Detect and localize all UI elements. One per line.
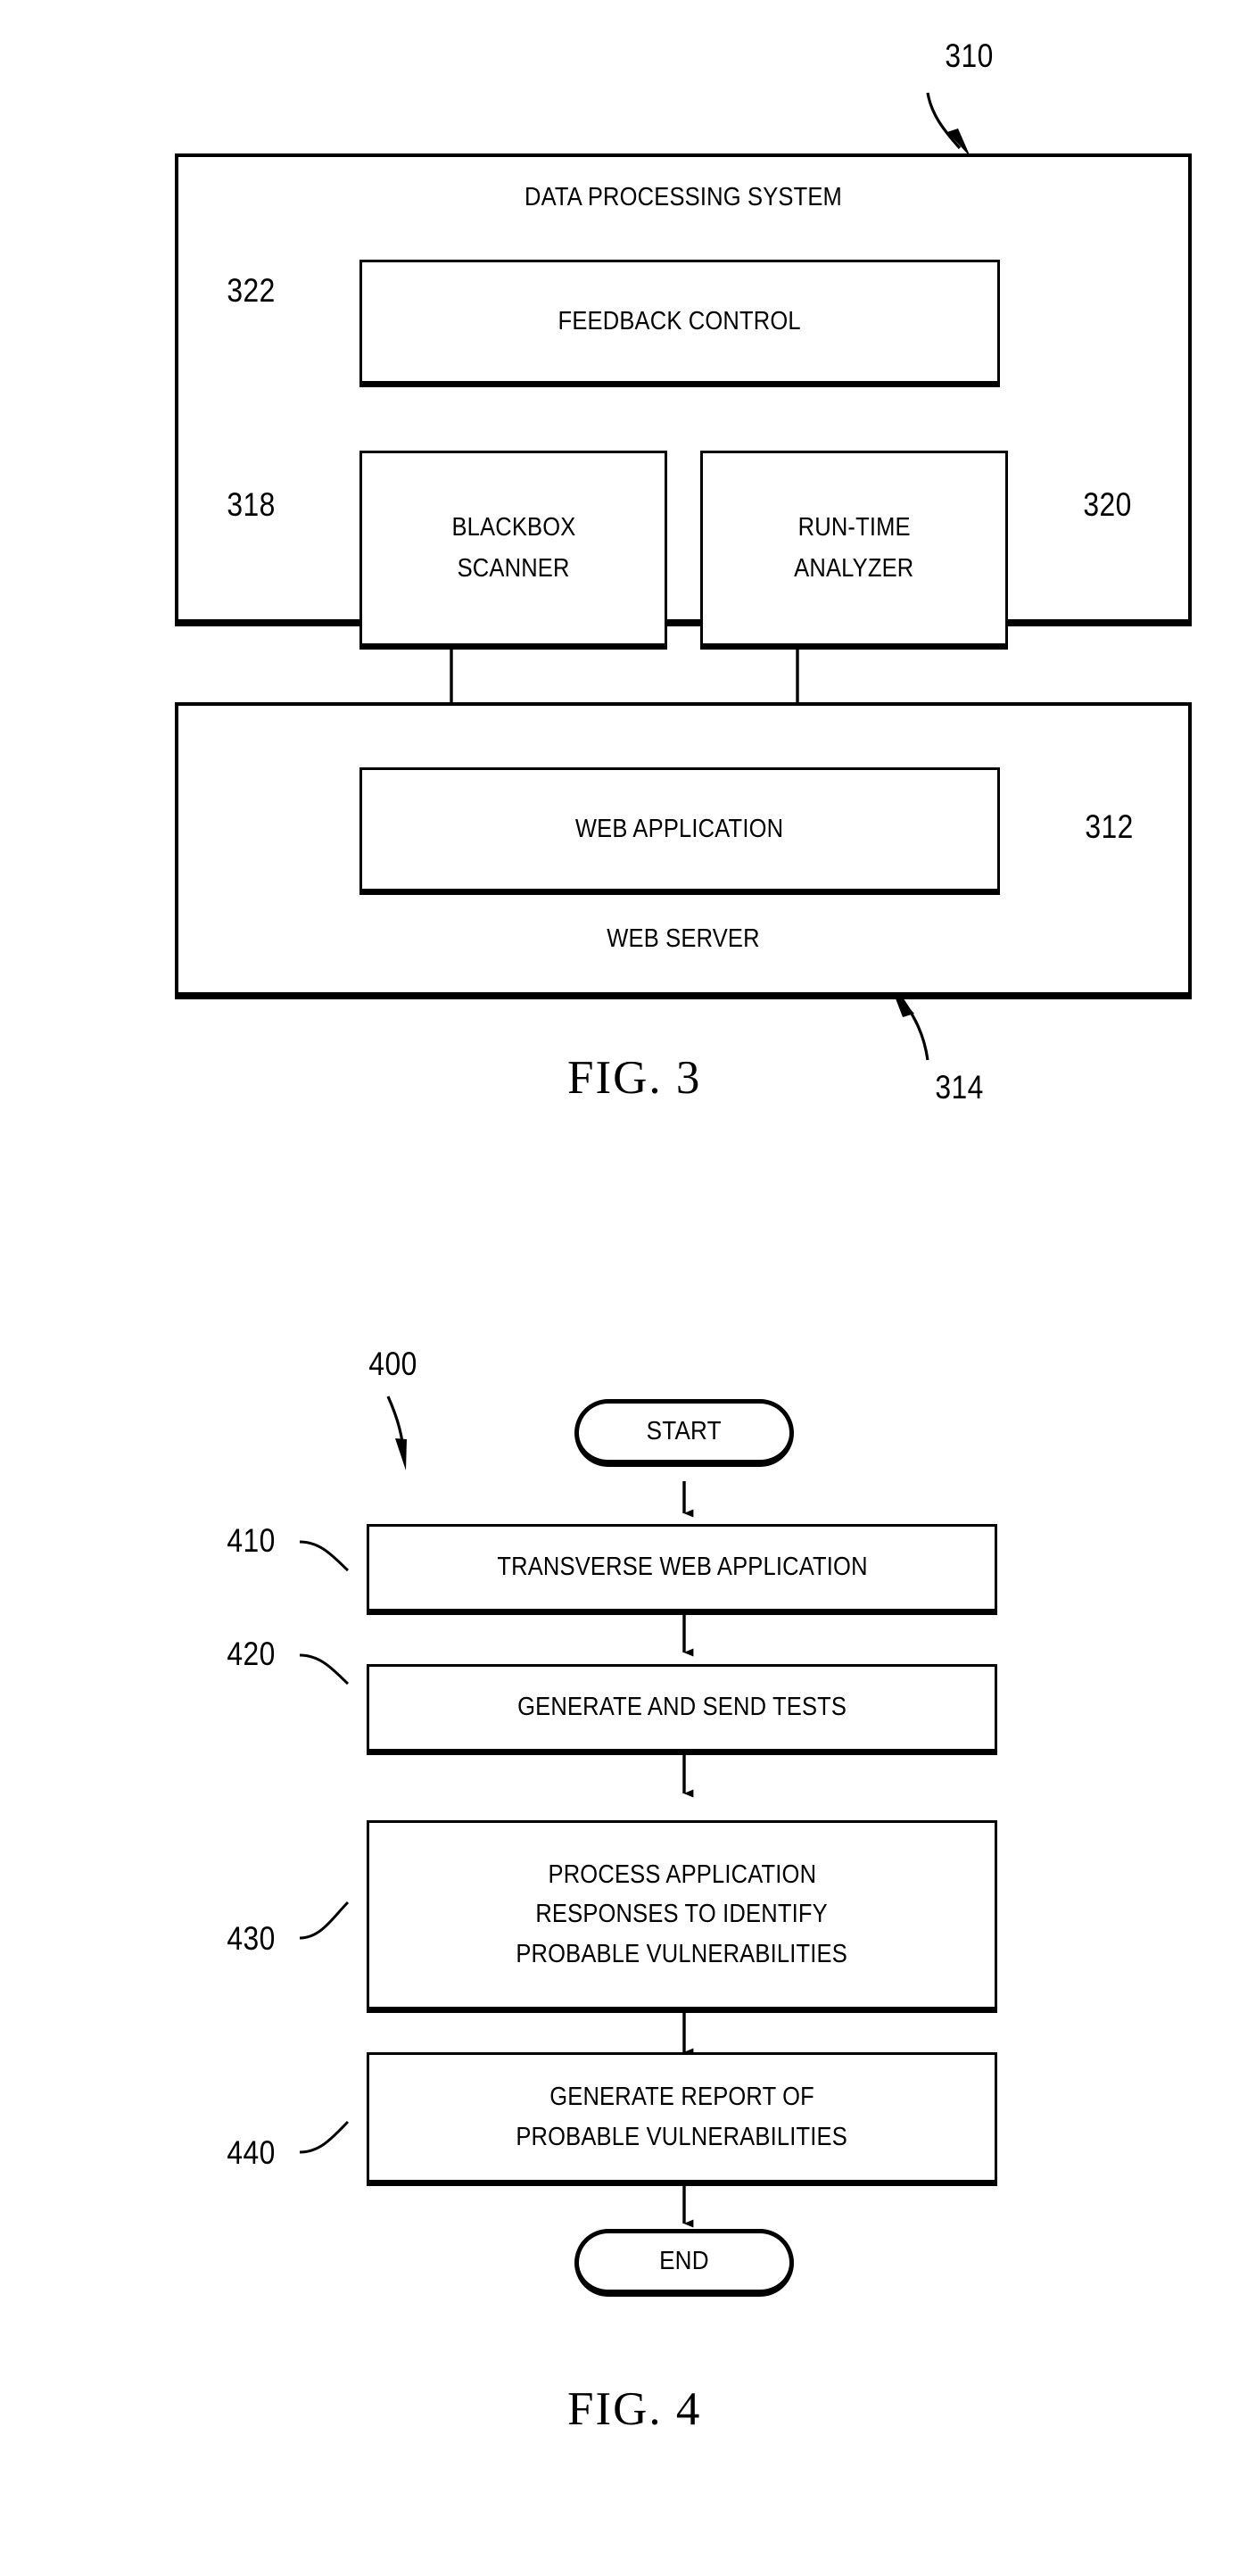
flow-end-terminal: END [574, 2229, 794, 2297]
patent-drawing-sheet: 310 DATA PROCESSING SYSTEM 322 FEEDBACK … [0, 0, 1239, 2576]
flow-step-410-box: TRANSVERSE WEB APPLICATION [367, 1524, 997, 1615]
blackbox-scanner-label-line2: SCANNER [457, 553, 570, 583]
flow-end-label: END [659, 2246, 709, 2275]
web-application-box: WEB APPLICATION [359, 767, 1000, 895]
flow-step-430-label-line2: RESPONSES TO IDENTIFY [535, 1900, 829, 1929]
reference-number-312: 312 [1085, 808, 1134, 845]
data-processing-system-label: DATA PROCESSING SYSTEM [524, 183, 843, 211]
flow-start-terminal: START [574, 1399, 794, 1467]
feedback-control-box: FEEDBACK CONTROL [359, 260, 1000, 387]
blackbox-scanner-label-line1: BLACKBOX [450, 513, 575, 543]
figure-3-caption: FIG. 3 [567, 1052, 702, 1104]
blackbox-scanner-box: BLACKBOX SCANNER [359, 451, 667, 650]
flow-step-410-label: TRANSVERSE WEB APPLICATION [496, 1553, 868, 1582]
web-server-label: WEB SERVER [607, 924, 760, 953]
reference-number-430: 430 [227, 1920, 276, 1957]
data-processing-system-box [175, 153, 1192, 626]
flow-step-440-box: GENERATE REPORT OF PROBABLE VULNERABILIT… [367, 2052, 997, 2186]
flow-step-440-label-line2: PROBABLE VULNERABILITIES [516, 2122, 848, 2151]
reference-number-310: 310 [945, 37, 994, 74]
figure-4-caption: FIG. 4 [567, 2383, 702, 2435]
feedback-control-label: FEEDBACK CONTROL [558, 306, 802, 335]
reference-number-318: 318 [227, 486, 276, 523]
flow-step-430-box: PROCESS APPLICATION RESPONSES TO IDENTIF… [367, 1820, 997, 2013]
reference-number-400: 400 [368, 1346, 417, 1382]
run-time-analyzer-label-line2: ANALYZER [794, 553, 914, 583]
reference-number-322: 322 [227, 272, 276, 309]
flow-step-420-box: GENERATE AND SEND TESTS [367, 1664, 997, 1755]
reference-number-420: 420 [227, 1636, 276, 1672]
reference-number-314: 314 [935, 1069, 984, 1106]
run-time-analyzer-box: RUN-TIME ANALYZER [700, 451, 1008, 650]
reference-number-320: 320 [1083, 486, 1132, 523]
reference-number-440: 440 [227, 2134, 276, 2171]
flow-step-420-label: GENERATE AND SEND TESTS [517, 1693, 847, 1722]
run-time-analyzer-label-line1: RUN-TIME [797, 513, 911, 543]
flow-step-430-label-line3: PROBABLE VULNERABILITIES [516, 1939, 848, 1968]
flow-start-label: START [646, 1416, 723, 1445]
flow-step-440-label-line1: GENERATE REPORT OF [549, 2083, 814, 2112]
web-application-label: WEB APPLICATION [575, 814, 784, 843]
reference-number-410: 410 [227, 1522, 276, 1559]
flow-step-430-label-line1: PROCESS APPLICATION [548, 1860, 816, 1890]
